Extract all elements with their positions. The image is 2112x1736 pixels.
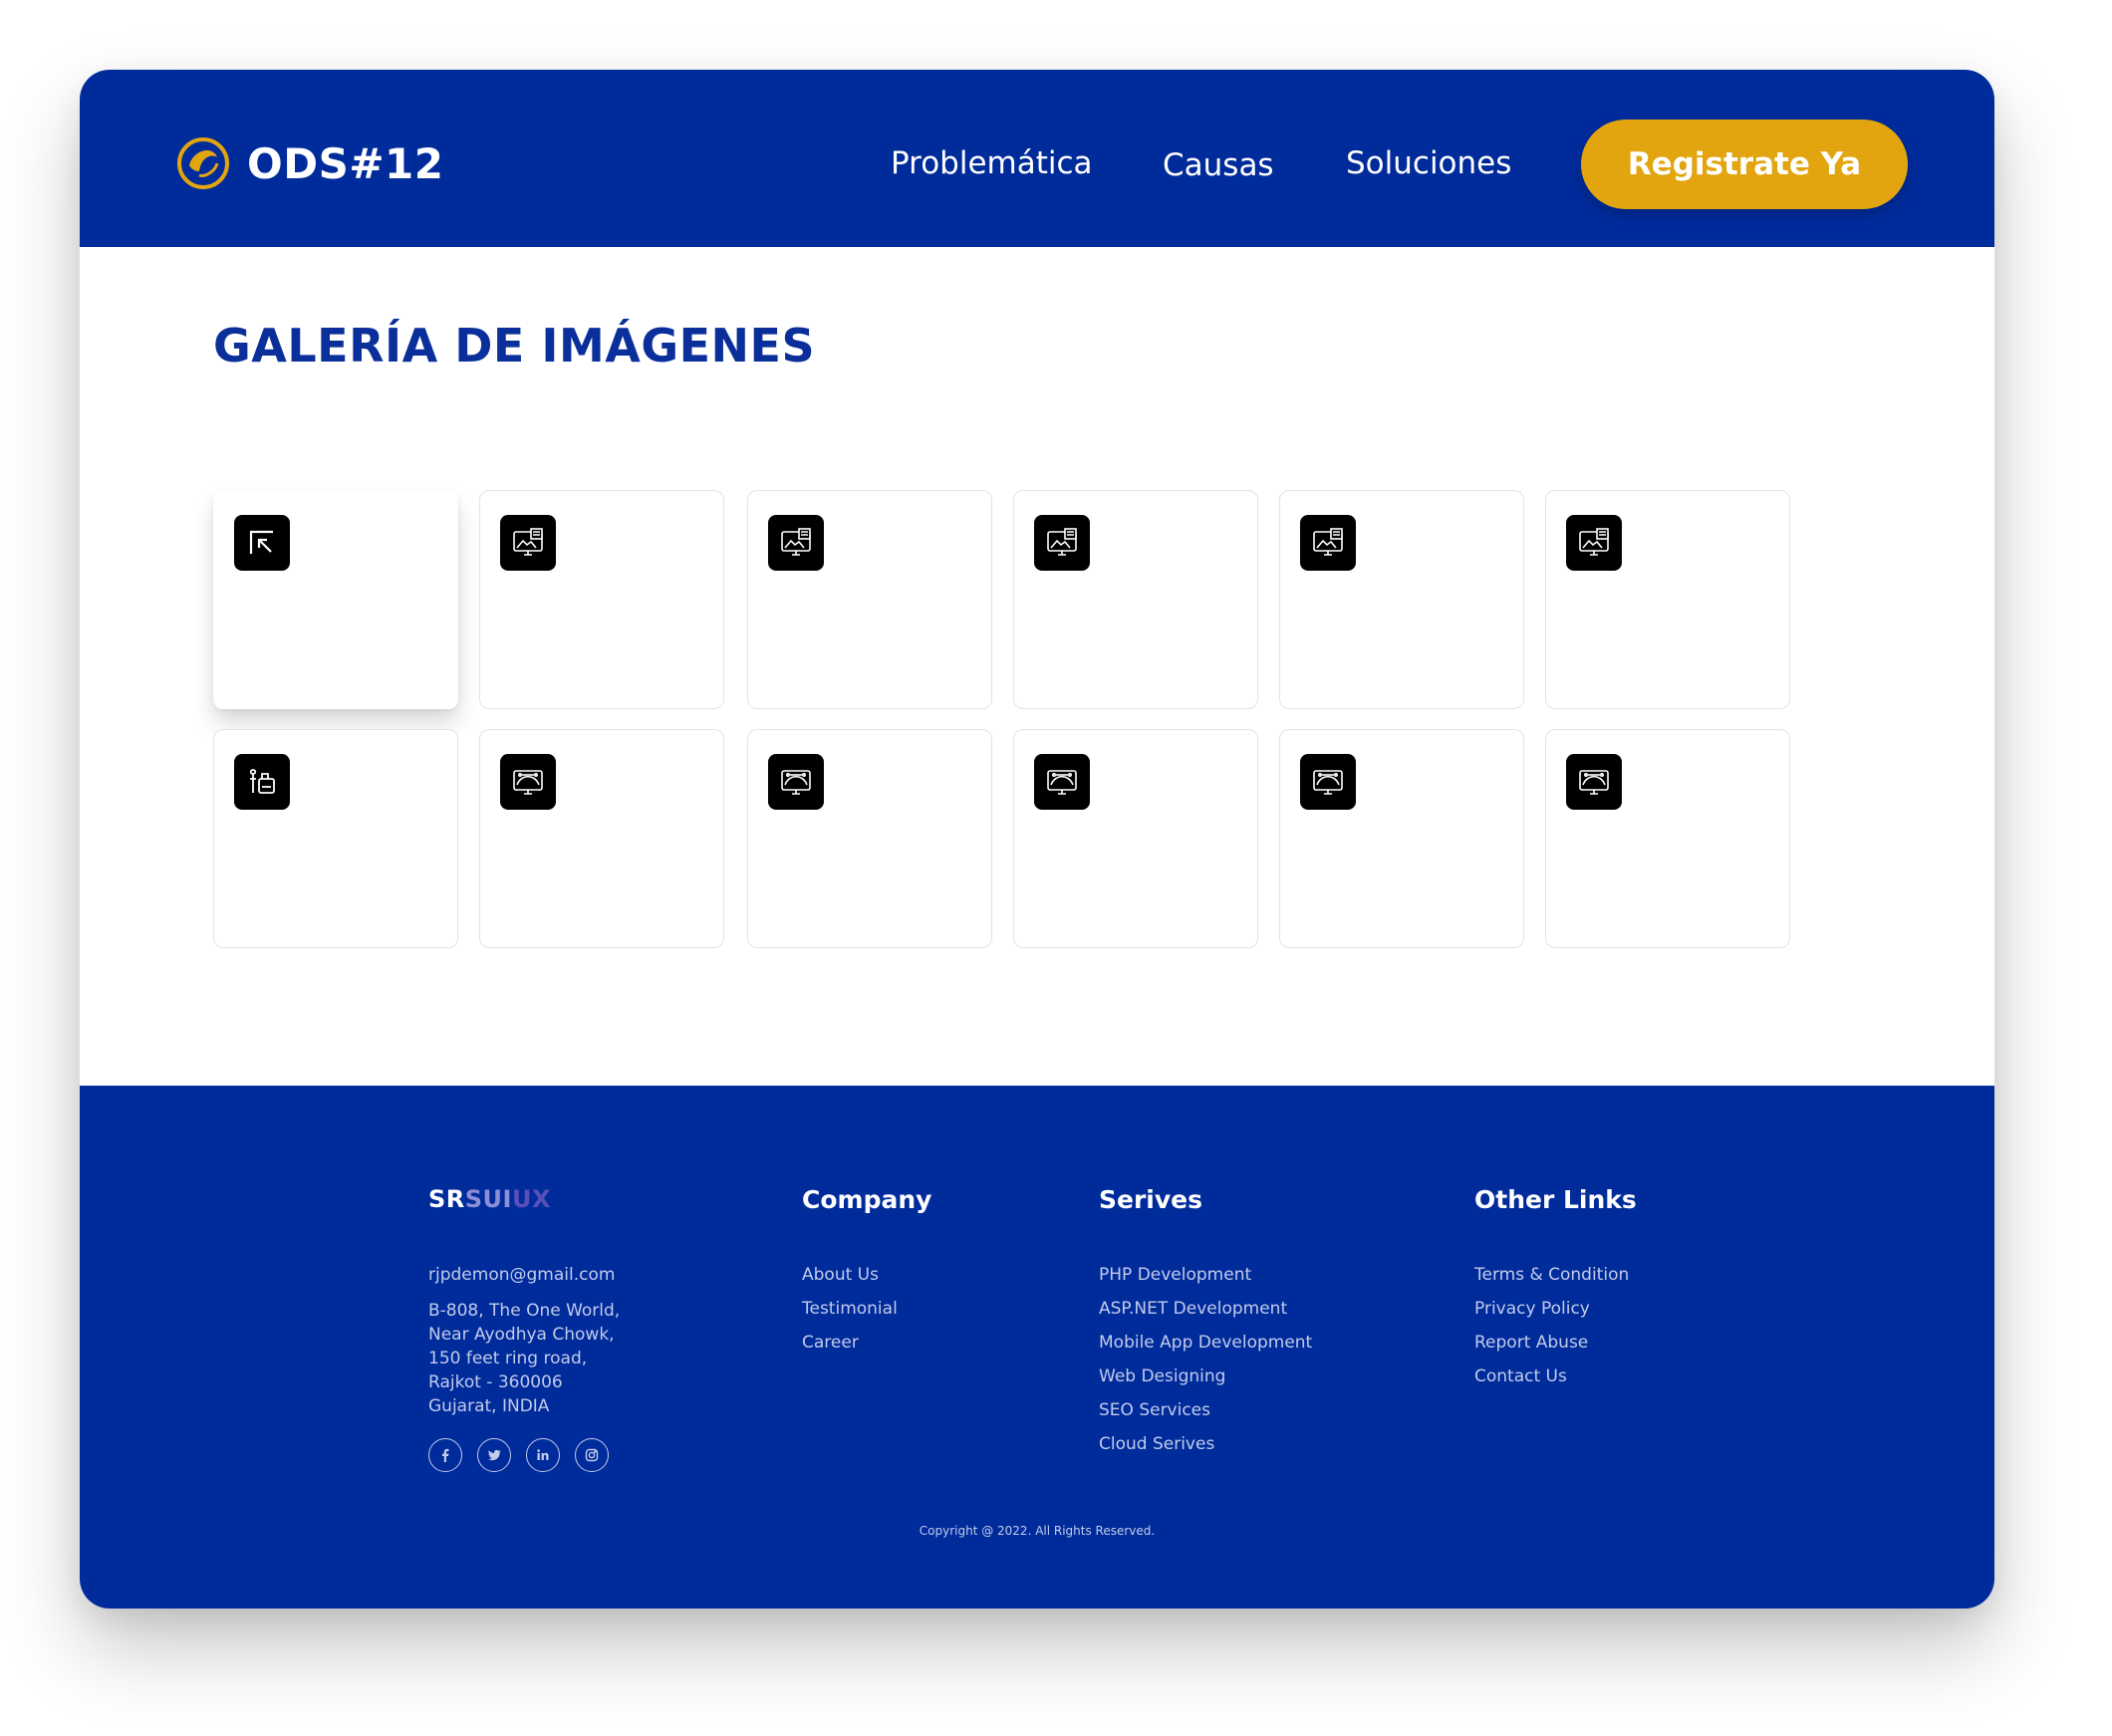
footer-link-seo[interactable]: SEO Services [1099, 1400, 1210, 1420]
top-navbar: ODS#12 Problemática Causas Soluciones Re… [80, 70, 1994, 247]
gallery-card[interactable] [1545, 490, 1790, 709]
twitter-icon[interactable] [477, 1438, 511, 1472]
monitor-curve-icon [500, 754, 556, 810]
footer-link-mobile-app[interactable]: Mobile App Development [1099, 1333, 1312, 1353]
monitor-gallery-icon [1034, 515, 1090, 571]
address-line: Near Ayodhya Chowk, [428, 1325, 615, 1345]
monitor-curve-icon [1034, 754, 1090, 810]
brand-name: ODS#12 [247, 138, 444, 188]
monitor-gallery-icon [500, 515, 556, 571]
footer-email-link[interactable]: rjpdemon@gmail.com [428, 1265, 615, 1285]
page-title: GALERÍA DE IMÁGENES [213, 319, 816, 372]
gallery-card[interactable] [1279, 729, 1524, 948]
linkedin-icon[interactable] [526, 1438, 560, 1472]
footer-link-web-designing[interactable]: Web Designing [1099, 1366, 1225, 1386]
footer-heading-other-links: Other Links [1474, 1185, 1637, 1214]
gallery-card[interactable] [1545, 729, 1790, 948]
instagram-icon[interactable] [575, 1438, 609, 1472]
nav-link-problematica[interactable]: Problemática [891, 145, 1093, 181]
gallery-card[interactable] [479, 729, 724, 948]
footer-link-aspnet[interactable]: ASP.NET Development [1099, 1299, 1287, 1319]
gallery-card[interactable] [213, 729, 458, 948]
address-line: B-808, The One World, [428, 1301, 621, 1321]
footer-link-terms[interactable]: Terms & Condition [1474, 1265, 1629, 1285]
gallery-card[interactable] [747, 729, 992, 948]
monitor-curve-icon [1566, 754, 1622, 810]
footer-brand: SRSUIUX [428, 1185, 551, 1213]
brand-logo[interactable]: ODS#12 [175, 135, 443, 191]
cursor-arrow-icon [234, 515, 290, 571]
footer-brand-part: UX [511, 1185, 551, 1213]
footer-brand-part: SR [428, 1185, 465, 1213]
gallery-card[interactable] [213, 490, 458, 709]
nav-link-soluciones[interactable]: Soluciones [1346, 145, 1511, 181]
nav-link-causas[interactable]: Causas [1163, 147, 1274, 183]
footer-link-testimonial[interactable]: Testimonial [802, 1299, 898, 1319]
gallery-card[interactable] [479, 490, 724, 709]
globe-logo-icon [177, 137, 229, 189]
facebook-icon[interactable] [428, 1438, 462, 1472]
monitor-gallery-icon [1566, 515, 1622, 571]
address-line: 150 feet ring road, [428, 1349, 588, 1368]
gallery-card[interactable] [1279, 490, 1524, 709]
paint-tools-icon [234, 754, 290, 810]
footer-link-php[interactable]: PHP Development [1099, 1265, 1251, 1285]
monitor-gallery-icon [768, 515, 824, 571]
footer-link-cloud[interactable]: Cloud Serives [1099, 1434, 1214, 1454]
address-line: Gujarat, INDIA [428, 1396, 550, 1416]
gallery-card[interactable] [1013, 729, 1258, 948]
footer-link-career[interactable]: Career [802, 1333, 859, 1353]
footer-link-privacy[interactable]: Privacy Policy [1474, 1299, 1590, 1319]
gallery-card[interactable] [1013, 490, 1258, 709]
footer-link-contact[interactable]: Contact Us [1474, 1366, 1567, 1386]
copyright-text: Copyright @ 2022. All Rights Reserved. [919, 1524, 1156, 1538]
footer-link-report-abuse[interactable]: Report Abuse [1474, 1333, 1588, 1353]
monitor-curve-icon [1300, 754, 1356, 810]
image-gallery [213, 490, 1807, 952]
gallery-card[interactable] [747, 490, 992, 709]
monitor-gallery-icon [1300, 515, 1356, 571]
monitor-curve-icon [768, 754, 824, 810]
app-window: ODS#12 Problemática Causas Soluciones Re… [80, 70, 1994, 1609]
footer-heading-services: Serives [1099, 1185, 1202, 1214]
footer: SRSUIUX rjpdemon@gmail.com B-808, The On… [80, 1086, 1994, 1609]
footer-brand-part: SUI [464, 1185, 512, 1213]
footer-heading-company: Company [802, 1185, 932, 1214]
register-button[interactable]: Registrate Ya [1581, 120, 1908, 209]
address-line: Rajkot - 360006 [428, 1372, 563, 1392]
footer-link-about-us[interactable]: About Us [802, 1265, 879, 1285]
